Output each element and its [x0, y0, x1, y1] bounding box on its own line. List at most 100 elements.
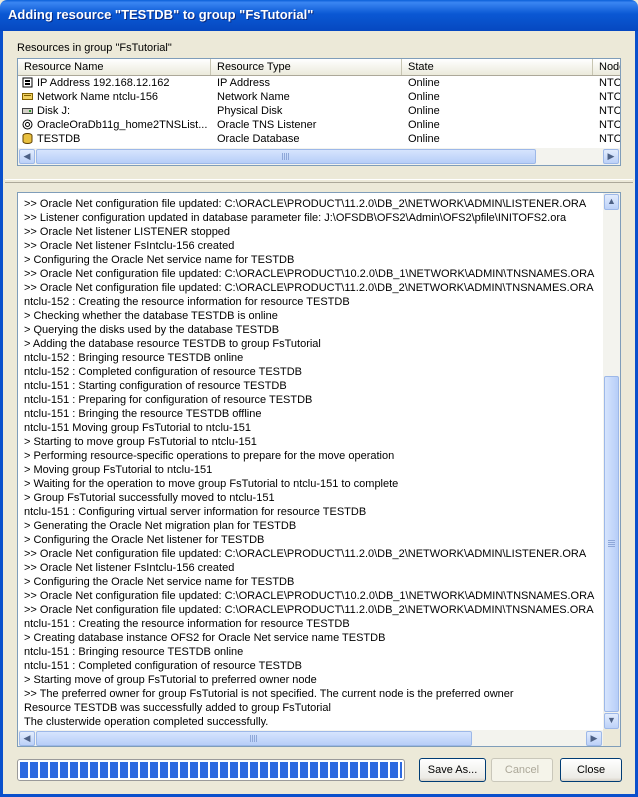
- scroll-right-button[interactable]: ▶: [603, 149, 619, 164]
- arrow-right-icon: ▶: [607, 151, 615, 161]
- resource-state: Online: [408, 119, 440, 131]
- resource-state: Online: [408, 91, 440, 103]
- log-line: > Performing resource-specific operation…: [24, 450, 395, 462]
- table-row[interactable]: Disk J: Physical Disk Online NTC: [18, 104, 621, 118]
- table-row[interactable]: IP Address 192.168.12.162 IP Address Onl…: [18, 76, 621, 90]
- resource-node: NTC: [599, 91, 621, 103]
- column-state[interactable]: State: [402, 59, 593, 75]
- scroll-left-button[interactable]: ◀: [19, 731, 35, 746]
- cancel-button[interactable]: Cancel: [491, 758, 553, 782]
- log-line: >> Oracle Net configuration file updated…: [24, 268, 595, 280]
- tns-listener-icon: [22, 119, 33, 130]
- log-line: ntclu-151 : Completed configuration of r…: [24, 660, 302, 672]
- network-name-icon: [22, 93, 33, 100]
- title-bar[interactable]: Adding resource "TESTDB" to group "FsTut…: [0, 0, 638, 31]
- resource-node: NTC: [599, 119, 621, 131]
- save-as-button[interactable]: Save As...: [419, 758, 486, 782]
- resource-name: Disk J:: [37, 105, 70, 117]
- log-line: ntclu-152 : Creating the resource inform…: [24, 296, 350, 308]
- database-icon: [22, 133, 33, 144]
- progress-bar: [17, 759, 405, 781]
- table-row[interactable]: OracleOraDb11g_home2TNSList... Oracle TN…: [18, 118, 621, 132]
- log-vertical-scrollbar[interactable]: ▲ ▼: [603, 193, 620, 730]
- log-line: ntclu-151 : Bringing resource TESTDB onl…: [24, 646, 244, 658]
- ip-address-icon: [22, 77, 33, 88]
- log-line: > Configuring the Oracle Net listener fo…: [24, 534, 265, 546]
- resource-name: TESTDB: [37, 133, 81, 145]
- arrow-left-icon: ◀: [23, 733, 31, 743]
- log-line: >> Listener configuration updated in dat…: [24, 212, 567, 224]
- resource-name: OracleOraDb11g_home2TNSList...: [37, 119, 207, 131]
- log-line: >> The preferred owner for group FsTutor…: [24, 688, 514, 700]
- log-line: > Configuring the Oracle Net service nam…: [24, 254, 295, 266]
- log-horizontal-scrollbar[interactable]: ◀ ▶: [18, 730, 603, 746]
- resources-horizontal-scrollbar[interactable]: ◀ ▶: [18, 148, 620, 165]
- log-line: > Checking whether the database TESTDB i…: [24, 310, 278, 322]
- log-line: > Querying the disks used by the databas…: [24, 324, 280, 336]
- close-button[interactable]: Close: [560, 758, 622, 782]
- log-line: >> Oracle Net configuration file updated…: [24, 590, 595, 602]
- column-resource-type[interactable]: Resource Type: [211, 59, 402, 75]
- log-line: ntclu-152 : Completed configuration of r…: [24, 366, 302, 378]
- pane-splitter[interactable]: [5, 179, 633, 183]
- resource-state: Online: [408, 105, 440, 117]
- disk-icon: [22, 108, 33, 114]
- resource-node: NTC: [599, 105, 621, 117]
- log-line: >> Oracle Net configuration file updated…: [24, 604, 594, 616]
- log-line: ntclu-151 : Configuring virtual server i…: [24, 506, 367, 518]
- log-line: > Creating database instance OFS2 for Or…: [24, 632, 386, 644]
- resource-type: Network Name: [217, 91, 290, 103]
- resource-name: IP Address 192.168.12.162: [37, 77, 170, 89]
- resource-type: IP Address: [217, 77, 270, 89]
- log-line: > Moving group FsTutorial to ntclu-151: [24, 464, 213, 476]
- log-line: >> Oracle Net configuration file updated…: [24, 198, 587, 210]
- log-output[interactable]: >> Oracle Net configuration file updated…: [17, 192, 621, 747]
- log-line: > Starting move of group FsTutorial to p…: [24, 674, 317, 686]
- resource-name: Network Name ntclu-156: [37, 91, 159, 103]
- log-line: >> Oracle Net listener FsIntclu-156 crea…: [24, 562, 235, 574]
- log-line: > Adding the database resource TESTDB to…: [24, 338, 321, 350]
- scroll-thumb[interactable]: [36, 731, 472, 746]
- arrow-up-icon: ▲: [607, 196, 616, 206]
- resources-list-header: Resource Name Resource Type State Node: [18, 59, 620, 76]
- resources-list[interactable]: Resource Name Resource Type State Node I…: [17, 58, 621, 166]
- log-line: ntclu-151 : Creating the resource inform…: [24, 618, 350, 630]
- scroll-right-button[interactable]: ▶: [586, 731, 602, 746]
- window-title: Adding resource "TESTDB" to group "FsTut…: [8, 7, 314, 22]
- resource-type: Oracle Database: [217, 133, 300, 145]
- log-line: Resource TESTDB was successfully added t…: [24, 702, 331, 714]
- log-line: The clusterwide operation completed succ…: [24, 716, 269, 728]
- log-line: ntclu-151 : Bringing the resource TESTDB…: [24, 408, 262, 420]
- log-line: >> Oracle Net listener LISTENER stopped: [24, 226, 231, 238]
- log-line: > Generating the Oracle Net migration pl…: [24, 520, 297, 532]
- table-row[interactable]: Network Name ntclu-156 Network Name Onli…: [18, 90, 621, 104]
- resources-group-label: Resources in group "FsTutorial": [17, 42, 172, 54]
- resource-state: Online: [408, 133, 440, 145]
- resource-state: Online: [408, 77, 440, 89]
- scroll-corner: [603, 729, 620, 746]
- resource-type: Oracle TNS Listener: [217, 119, 317, 131]
- log-line: > Configuring the Oracle Net service nam…: [24, 576, 295, 588]
- resource-type: Physical Disk: [217, 105, 283, 117]
- column-resource-name[interactable]: Resource Name: [18, 59, 211, 75]
- table-row[interactable]: TESTDB Oracle Database Online NTC: [18, 132, 621, 146]
- resource-node: NTC: [599, 77, 621, 89]
- log-line: >> Oracle Net listener FsIntclu-156 crea…: [24, 240, 235, 252]
- log-line: > Group FsTutorial successfully moved to…: [24, 492, 275, 504]
- progress-fill: [20, 762, 402, 778]
- log-line: >> Oracle Net configuration file updated…: [24, 548, 587, 560]
- log-line: ntclu-152 : Bringing resource TESTDB onl…: [24, 352, 244, 364]
- scroll-up-button[interactable]: ▲: [604, 194, 619, 210]
- scroll-thumb[interactable]: [604, 376, 619, 712]
- arrow-left-icon: ◀: [23, 151, 31, 161]
- log-line: > Waiting for the operation to move grou…: [24, 478, 399, 490]
- scroll-down-button[interactable]: ▼: [604, 713, 619, 729]
- log-line: ntclu-151 Moving group FsTutorial to ntc…: [24, 422, 252, 434]
- column-node[interactable]: Node: [593, 59, 620, 75]
- log-lines: >> Oracle Net configuration file updated…: [24, 197, 600, 729]
- resource-node: NTC: [599, 133, 621, 145]
- scroll-thumb[interactable]: [36, 149, 536, 164]
- log-line: >> Oracle Net configuration file updated…: [24, 282, 594, 294]
- scroll-left-button[interactable]: ◀: [19, 149, 35, 164]
- log-line: > Starting to move group FsTutorial to n…: [24, 436, 257, 448]
